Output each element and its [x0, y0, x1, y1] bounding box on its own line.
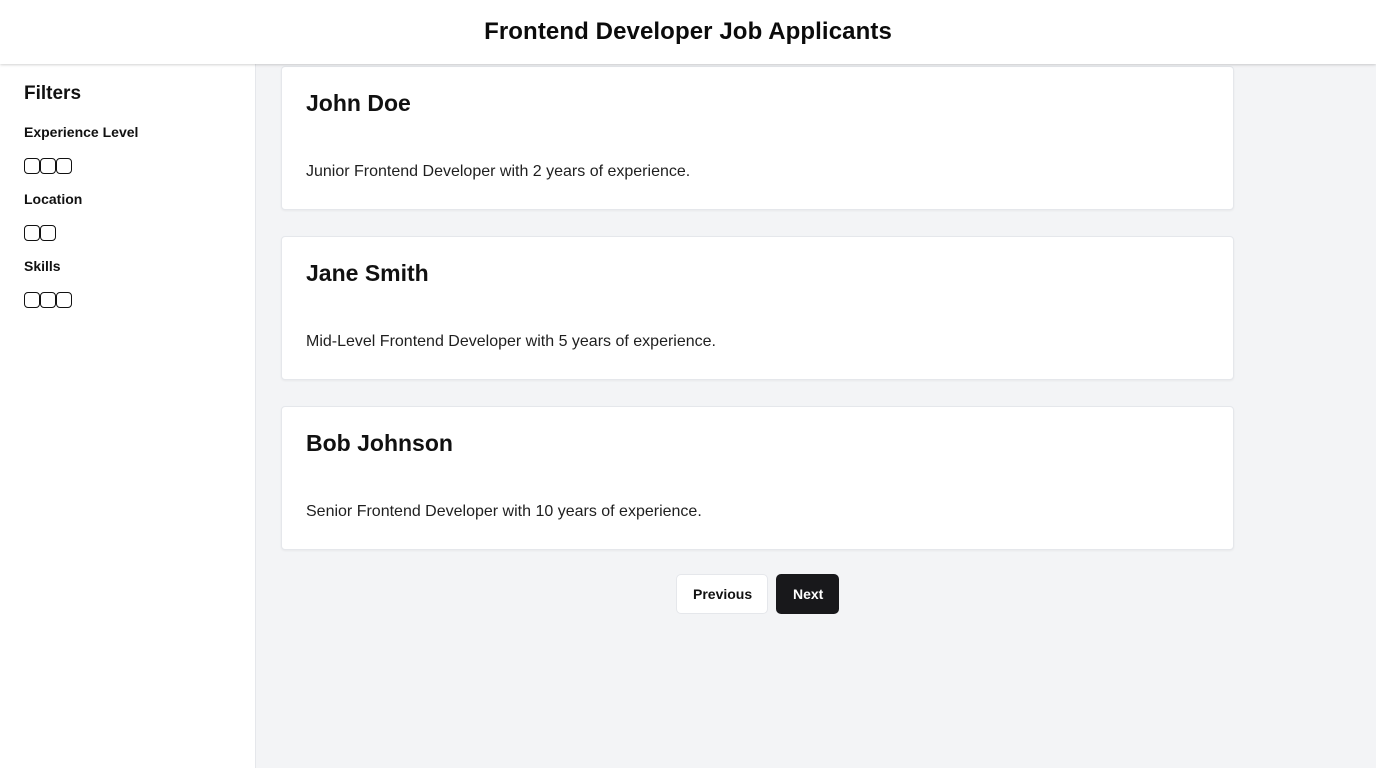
- applicant-summary: Mid-Level Frontend Developer with 5 year…: [306, 333, 716, 350]
- filters-sidebar: Filters Experience Level Location Skills: [0, 64, 256, 768]
- skills-options: [24, 292, 231, 308]
- applicant-name: Jane Smith: [306, 260, 429, 286]
- applicant-card[interactable]: John Doe Junior Frontend Developer with …: [281, 66, 1234, 210]
- page-title: Frontend Developer Job Applicants: [484, 18, 892, 45]
- app-root: Frontend Developer Job Applicants Filter…: [0, 0, 1376, 768]
- filter-label-experience-level: Experience Level: [24, 124, 139, 140]
- previous-button[interactable]: Previous: [676, 574, 768, 614]
- filter-group-location: Location: [24, 191, 231, 241]
- applicants-list: John Doe Junior Frontend Developer with …: [256, 64, 1376, 768]
- skills-option-3[interactable]: [56, 292, 72, 308]
- filter-label-location: Location: [24, 191, 83, 207]
- experience-level-option-3[interactable]: [56, 158, 72, 174]
- filters-title: Filters: [24, 83, 82, 104]
- applicant-summary: Junior Frontend Developer with 2 years o…: [306, 163, 691, 180]
- filter-label-skills: Skills: [24, 258, 61, 274]
- applicant-name: John Doe: [306, 90, 411, 116]
- applicant-card[interactable]: Bob Johnson Senior Frontend Developer wi…: [281, 406, 1234, 550]
- applicant-card[interactable]: Jane Smith Mid-Level Frontend Developer …: [281, 236, 1234, 380]
- applicant-summary: Senior Frontend Developer with 10 years …: [306, 503, 702, 520]
- experience-level-option-2[interactable]: [40, 158, 56, 174]
- pagination: Previous Next: [281, 574, 1234, 614]
- page-header: Frontend Developer Job Applicants: [0, 0, 1376, 64]
- location-options: [24, 225, 231, 241]
- location-option-1[interactable]: [24, 225, 40, 241]
- filter-group-skills: Skills: [24, 258, 231, 308]
- skills-option-1[interactable]: [24, 292, 40, 308]
- skills-option-2[interactable]: [40, 292, 56, 308]
- location-option-2[interactable]: [40, 225, 56, 241]
- next-button[interactable]: Next: [776, 574, 839, 614]
- experience-level-options: [24, 158, 231, 174]
- experience-level-option-1[interactable]: [24, 158, 40, 174]
- applicant-name: Bob Johnson: [306, 430, 453, 456]
- filter-group-experience-level: Experience Level: [24, 124, 231, 174]
